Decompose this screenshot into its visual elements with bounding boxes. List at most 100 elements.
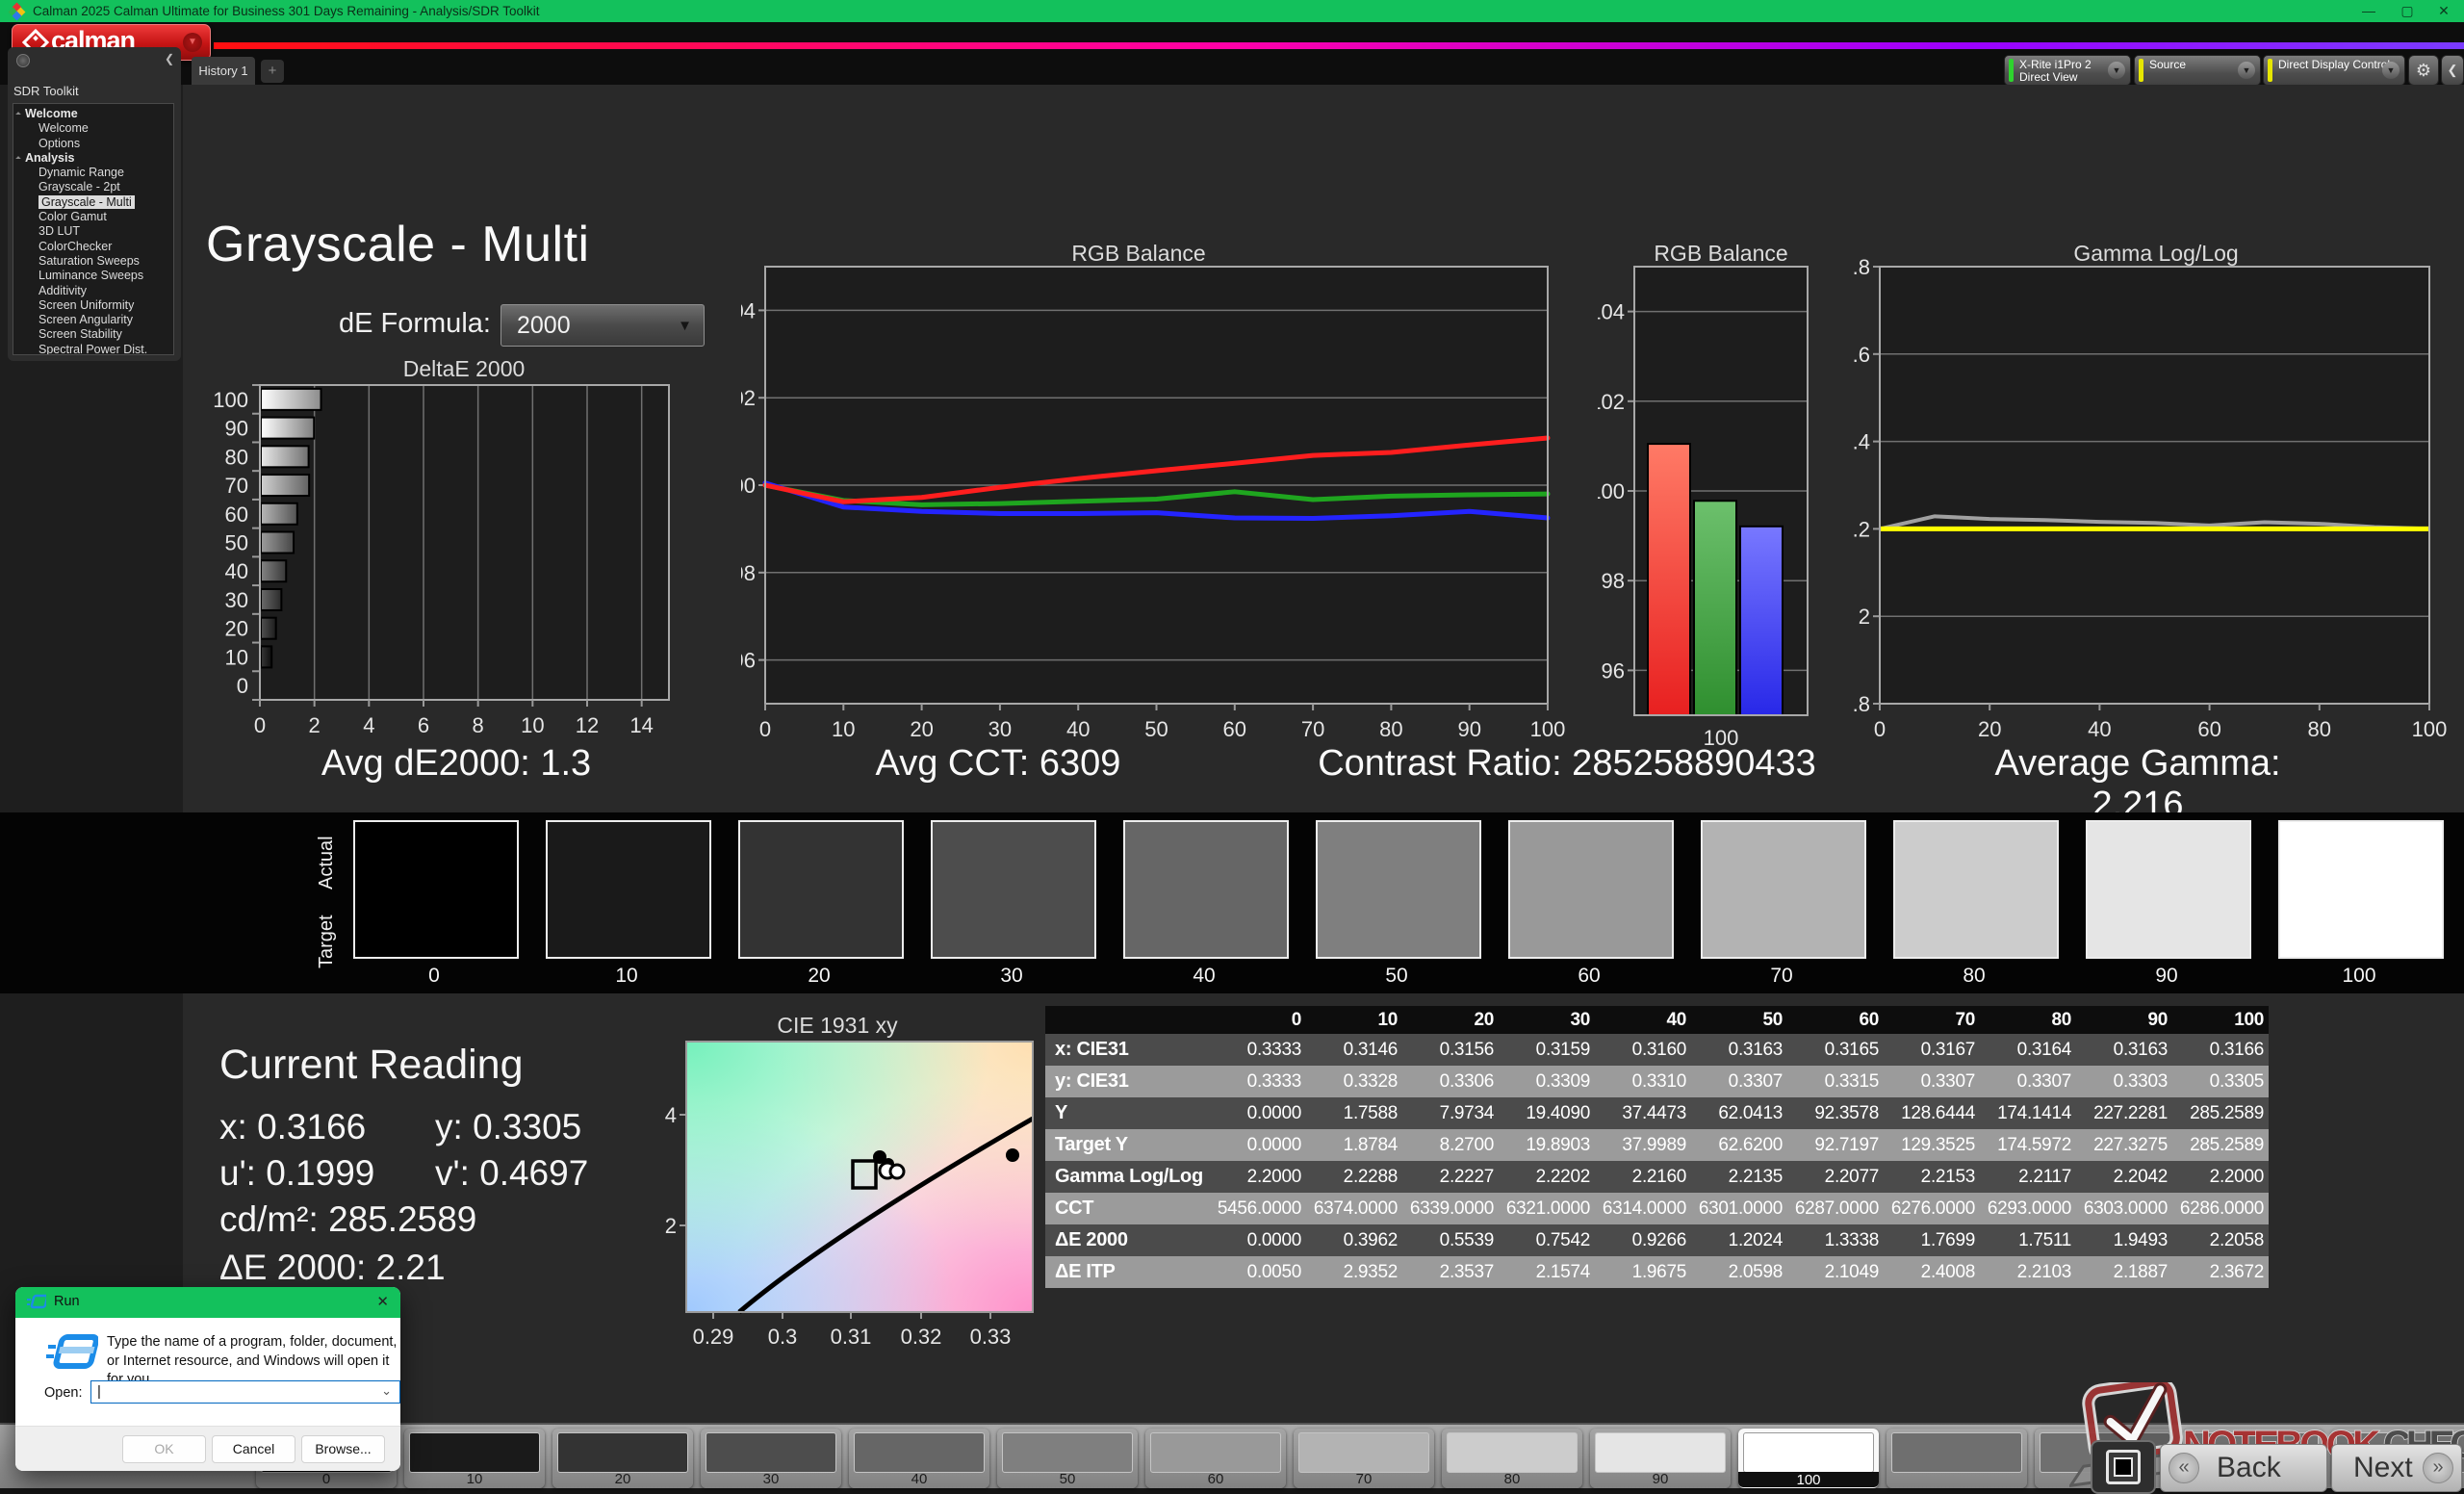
slide-tile-60[interactable]: 60	[1145, 1429, 1286, 1488]
open-input[interactable]: | ⌄	[90, 1380, 400, 1404]
calman-app-icon	[10, 4, 25, 19]
table-cell: 0.3328	[1306, 1066, 1402, 1097]
table-cell: 0.3163	[1691, 1034, 1787, 1066]
table-cell: 1.7588	[1306, 1097, 1402, 1129]
table-cell: 2.2103	[1980, 1256, 2076, 1288]
table-cell: 6339.0000	[1402, 1193, 1499, 1224]
tick-label: 0.31	[831, 1325, 872, 1349]
table-cell: 0.3307	[1884, 1066, 1980, 1097]
table-cell: 2.2117	[1980, 1161, 2076, 1193]
table-col-header: 60	[1787, 1006, 1884, 1034]
table-cell: 6276.0000	[1884, 1193, 1980, 1224]
run-dialog-footer: OK Cancel Browse...	[15, 1426, 400, 1471]
tick-label: 20	[910, 717, 933, 739]
sidebar-item-additivity[interactable]: Additivity	[13, 284, 173, 298]
slide-tile-100[interactable]: 100	[1738, 1429, 1879, 1488]
tick-label: 0	[237, 674, 248, 698]
tick-label: 0	[254, 713, 266, 737]
slide-tile-20[interactable]: 20	[552, 1429, 693, 1488]
slide-patch	[706, 1432, 836, 1473]
sidebar-item-colorchecker[interactable]: ColorChecker	[13, 240, 173, 254]
record-dot-icon[interactable]	[16, 54, 30, 67]
tick-label: 50	[225, 531, 248, 555]
open-label: Open:	[44, 1385, 83, 1401]
table-cell: 2.2000	[1210, 1161, 1306, 1193]
collapse-panel-button[interactable]: ❮	[2441, 55, 2464, 86]
source-dropdown[interactable]: Source ▼	[2134, 55, 2261, 86]
stop-slideshow-button[interactable]	[2091, 1440, 2156, 1494]
slide-patch	[854, 1432, 985, 1473]
sidebar-item-grayscale-multi[interactable]: Grayscale - Multi	[13, 195, 173, 210]
next-button[interactable]: Next »	[2331, 1444, 2462, 1492]
slide-tile-40[interactable]: 40	[849, 1429, 989, 1488]
slide-tile-30[interactable]: 30	[701, 1429, 841, 1488]
sidebar-item-screen-stability[interactable]: Screen Stability	[13, 327, 173, 342]
sidebar-item-welcome[interactable]: Welcome	[13, 121, 173, 136]
chevron-left-icon[interactable]: ❮	[165, 52, 174, 65]
de-formula-select[interactable]: 2000 ▼	[500, 304, 705, 347]
display-control-dropdown[interactable]: Direct Display Control ▼	[2263, 55, 2405, 86]
calman-app-window: Calman 2025 Calman Ultimate for Business…	[0, 0, 2464, 1494]
sidebar-item-screen-uniformity[interactable]: Screen Uniformity	[13, 298, 173, 313]
table-cell: 227.2281	[2076, 1097, 2172, 1129]
sidebar-item-welcome[interactable]: Welcome	[13, 107, 173, 121]
slide-tile-50[interactable]: 50	[997, 1429, 1138, 1488]
sidebar-item-spectral-power-dist-[interactable]: Spectral Power Dist.	[13, 343, 173, 355]
slide-tile-70[interactable]: 70	[1294, 1429, 1434, 1488]
table-row: ΔE 20000.00000.39620.55390.75420.92661.2…	[1045, 1224, 2269, 1256]
close-icon[interactable]: ✕	[2429, 0, 2458, 22]
tick-label: 10	[521, 713, 544, 737]
maximize-icon[interactable]: ▢	[2393, 0, 2422, 22]
tick-label: 50	[1144, 717, 1168, 739]
deltae-bar	[261, 560, 286, 581]
sidebar-item-3d-lut[interactable]: 3D LUT	[13, 224, 173, 239]
ok-button[interactable]: OK	[122, 1435, 206, 1463]
table-cell: 6314.0000	[1595, 1193, 1691, 1224]
add-tab-button[interactable]: +	[261, 60, 284, 83]
sidebar-item-analysis[interactable]: Analysis	[13, 151, 173, 166]
table-cell: 92.7197	[1787, 1129, 1884, 1161]
back-button[interactable]: « Back	[2160, 1444, 2327, 1492]
table-cell: 0.3160	[1595, 1034, 1691, 1066]
tick-label: 60	[2197, 717, 2220, 739]
sidebar-item-label: Options	[38, 137, 80, 150]
sidebar-item-screen-angularity[interactable]: Screen Angularity	[13, 313, 173, 327]
sidebar-item-grayscale-2pt[interactable]: Grayscale - 2pt	[13, 180, 173, 194]
measurement-table: 0102030405060708090100x: CIE310.33330.31…	[1045, 1006, 2269, 1288]
gear-icon: ⚙	[2416, 61, 2431, 80]
table-row: CCT5456.00006374.00006339.00006321.00006…	[1045, 1193, 2269, 1224]
tab-history-1[interactable]: History 1	[192, 57, 255, 85]
chevron-down-icon: ▼	[2238, 62, 2255, 79]
sidebar-item-dynamic-range[interactable]: Dynamic Range	[13, 166, 173, 180]
de-formula-value: 2000	[517, 312, 571, 340]
stat-average-gamma: Average Gamma: 2.216	[1945, 743, 2330, 789]
table-cell: 0.3163	[2076, 1034, 2172, 1066]
cancel-button[interactable]: Cancel	[212, 1435, 295, 1463]
table-col-header: 10	[1306, 1006, 1402, 1034]
slide-tile-extra[interactable]	[1886, 1429, 2027, 1488]
minimize-icon[interactable]: —	[2354, 0, 2383, 22]
close-icon[interactable]: ✕	[376, 1293, 389, 1310]
sidebar-item-color-gamut[interactable]: Color Gamut	[13, 210, 173, 224]
deltae-bar	[261, 475, 309, 496]
table-row-label: Target Y	[1045, 1129, 1210, 1161]
slide-tile-90[interactable]: 90	[1590, 1429, 1731, 1488]
slide-tile-80[interactable]: 80	[1442, 1429, 1582, 1488]
browse-button[interactable]: Browse...	[301, 1435, 385, 1463]
meter-dropdown[interactable]: X-Rite i1Pro 2 Direct View ▼	[2004, 55, 2131, 86]
target-white-point-marker	[853, 1161, 876, 1188]
tick-label: 40	[1066, 717, 1090, 739]
page-title: Grayscale - Multi	[206, 216, 590, 273]
sidebar-item-saturation-sweeps[interactable]: Saturation Sweeps	[13, 254, 173, 269]
tick-label: 102	[1598, 390, 1625, 414]
slide-tile-10[interactable]: 10	[404, 1429, 545, 1488]
table-col-header: 100	[2172, 1006, 2269, 1034]
table-row: Target Y0.00001.87848.270019.890337.9989…	[1045, 1129, 2269, 1161]
slide-tile-label: 70	[1294, 1471, 1434, 1487]
sidebar-item-luminance-sweeps[interactable]: Luminance Sweeps	[13, 269, 173, 283]
sidebar-item-options[interactable]: Options	[13, 137, 173, 151]
back-label: Back	[2217, 1452, 2281, 1484]
settings-button[interactable]: ⚙	[2408, 55, 2439, 86]
slide-patch	[557, 1432, 688, 1473]
table-row-label: Gamma Log/Log	[1045, 1161, 1210, 1193]
